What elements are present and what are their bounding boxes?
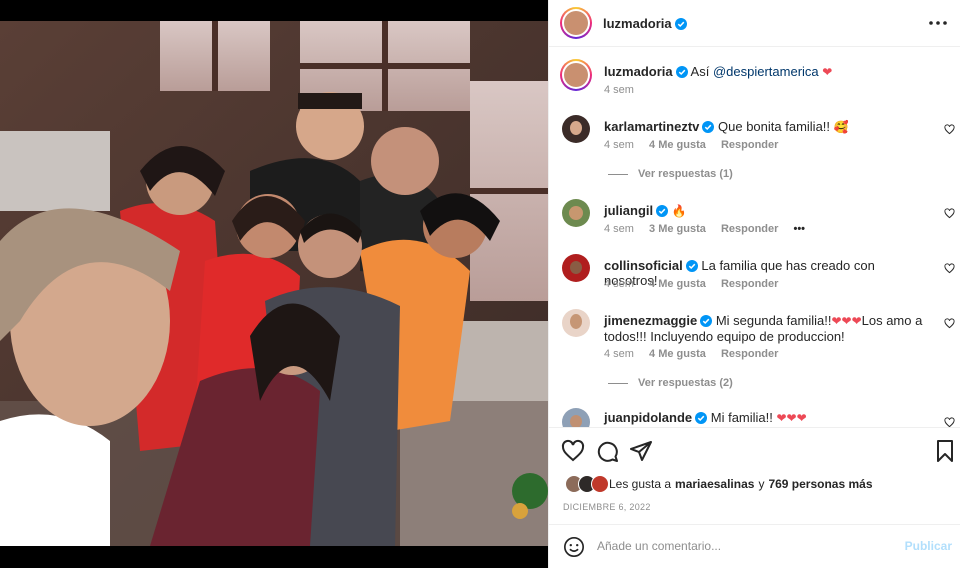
comment-more-icon[interactable]: •••	[793, 223, 805, 235]
comment-meta: 4 sem 4 Me gusta Responder	[604, 139, 790, 151]
like-comment-heart-icon[interactable]	[944, 124, 955, 135]
likes-prefix: Les gusta a	[609, 477, 672, 491]
caption-heart-emoji: ❤	[822, 65, 833, 79]
verified-icon	[695, 412, 708, 424]
comment-username[interactable]: juliangil	[604, 203, 653, 218]
comment-time[interactable]: 4 sem	[604, 348, 634, 360]
post-header: luzmadoria	[549, 0, 960, 47]
commenter-avatar[interactable]	[562, 408, 590, 427]
likes-connector: y	[758, 477, 765, 491]
view-replies-button[interactable]: Ver respuestas (2)	[608, 377, 733, 389]
verified-icon	[675, 66, 688, 78]
liker-avatars	[565, 475, 609, 493]
likes-summary: Les gusta a mariaesalinas y 769 personas…	[565, 475, 873, 493]
comment-username[interactable]: jimenezmaggie	[604, 313, 697, 328]
liker-username[interactable]: mariaesalinas	[675, 477, 754, 491]
author-avatar-ring[interactable]	[560, 7, 592, 39]
comment-meta: 4 sem 4 Me gusta Responder	[604, 278, 790, 290]
comment-username[interactable]: collinsoficial	[604, 258, 683, 273]
comment-username[interactable]: karlamartineztv	[604, 119, 699, 134]
share-send-icon[interactable]	[629, 439, 653, 463]
liker-avatar[interactable]	[591, 475, 609, 493]
verified-icon	[656, 205, 669, 217]
like-comment-heart-icon[interactable]	[944, 318, 955, 329]
post-actions: Les gusta a mariaesalinas y 769 personas…	[549, 427, 960, 569]
view-replies-label: Ver respuestas (1)	[638, 168, 733, 180]
verified-icon	[685, 260, 698, 272]
caption-username[interactable]: luzmadoria	[604, 64, 673, 79]
caption-avatar-ring[interactable]	[560, 59, 592, 91]
comment-likes[interactable]: 4 Me gusta	[649, 348, 706, 360]
comment-meta: 4 sem 4 Me gusta Responder	[604, 348, 790, 360]
comment-text: Mi segunda familia!!	[715, 313, 832, 328]
comment-body: juliangil 🔥	[604, 203, 930, 219]
reply-button[interactable]: Responder	[721, 278, 778, 290]
author-username[interactable]: luzmadoria	[603, 16, 672, 31]
header-user: luzmadoria	[603, 15, 687, 33]
caption-text: Así	[690, 64, 710, 79]
like-comment-heart-icon[interactable]	[944, 208, 955, 219]
comment-text: Que bonita familia!!	[718, 119, 831, 134]
comment-input[interactable]	[595, 538, 889, 554]
comment-time[interactable]: 4 sem	[604, 223, 634, 235]
comment-bubble-icon[interactable]	[595, 439, 619, 463]
commenter-avatar[interactable]	[562, 254, 590, 282]
like-heart-icon[interactable]	[561, 439, 585, 463]
save-bookmark-icon[interactable]	[933, 439, 957, 463]
caption-body: luzmadoria Así @despiertamerica ❤	[604, 64, 930, 80]
comment-emoji: 🥰	[833, 120, 849, 134]
likes-count-link[interactable]: 769 personas más	[768, 477, 872, 491]
commenter-avatar[interactable]	[562, 199, 590, 227]
like-comment-heart-icon[interactable]	[944, 417, 955, 427]
verified-icon	[702, 121, 715, 133]
comment-username[interactable]: juanpidolande	[604, 410, 692, 425]
photo-illustration	[0, 21, 548, 546]
comment-time[interactable]: 4 sem	[604, 278, 634, 290]
like-comment-heart-icon[interactable]	[944, 263, 955, 274]
publish-button[interactable]: Publicar	[905, 539, 952, 553]
author-avatar	[564, 11, 588, 35]
comments-list[interactable]: luzmadoria Así @despiertamerica ❤ 4 sem …	[549, 47, 960, 427]
reply-button[interactable]: Responder	[721, 139, 778, 151]
reply-button[interactable]: Responder	[721, 223, 778, 235]
emoji-smiley-icon[interactable]	[563, 536, 585, 558]
comment-text: Mi familia!!	[710, 410, 773, 425]
caption-meta: 4 sem	[604, 84, 646, 96]
caption-avatar	[564, 63, 588, 87]
comment-emoji: 🔥	[671, 204, 687, 218]
reply-button[interactable]: Responder	[721, 348, 778, 360]
comment-emoji: ❤❤❤	[776, 411, 807, 425]
comment-likes[interactable]: 4 Me gusta	[649, 139, 706, 151]
more-options-icon[interactable]	[927, 14, 949, 32]
post-photo[interactable]	[0, 21, 548, 546]
photo-pane	[0, 0, 548, 568]
comment-likes[interactable]: 4 Me gusta	[649, 278, 706, 290]
view-replies-label: Ver respuestas (2)	[638, 377, 733, 389]
add-comment-bar: Publicar	[549, 524, 960, 570]
commenter-avatar[interactable]	[562, 115, 590, 143]
comment-body: karlamartineztv Que bonita familia!! 🥰	[604, 119, 930, 135]
view-replies-button[interactable]: Ver respuestas (1)	[608, 168, 733, 180]
post-sidebar: luzmadoria luzmadoria Así @despiertameri…	[548, 0, 960, 568]
commenter-avatar[interactable]	[562, 309, 590, 337]
comment-meta: 4 sem 3 Me gusta Responder •••	[604, 223, 817, 235]
comment-body: jimenezmaggie Mi segunda familia!!❤❤❤Los…	[604, 313, 930, 344]
comment-likes[interactable]: 3 Me gusta	[649, 223, 706, 235]
comment-body: juanpidolande Mi familia!! ❤❤❤	[604, 410, 930, 426]
caption-mention-link[interactable]: @despiertamerica	[713, 64, 819, 79]
verified-icon	[700, 315, 713, 327]
comment-emoji: ❤❤❤	[831, 314, 862, 328]
post-date[interactable]: DICIEMBRE 6, 2022	[563, 502, 651, 512]
caption-time[interactable]: 4 sem	[604, 84, 634, 96]
comment-time[interactable]: 4 sem	[604, 139, 634, 151]
verified-icon	[674, 18, 687, 30]
